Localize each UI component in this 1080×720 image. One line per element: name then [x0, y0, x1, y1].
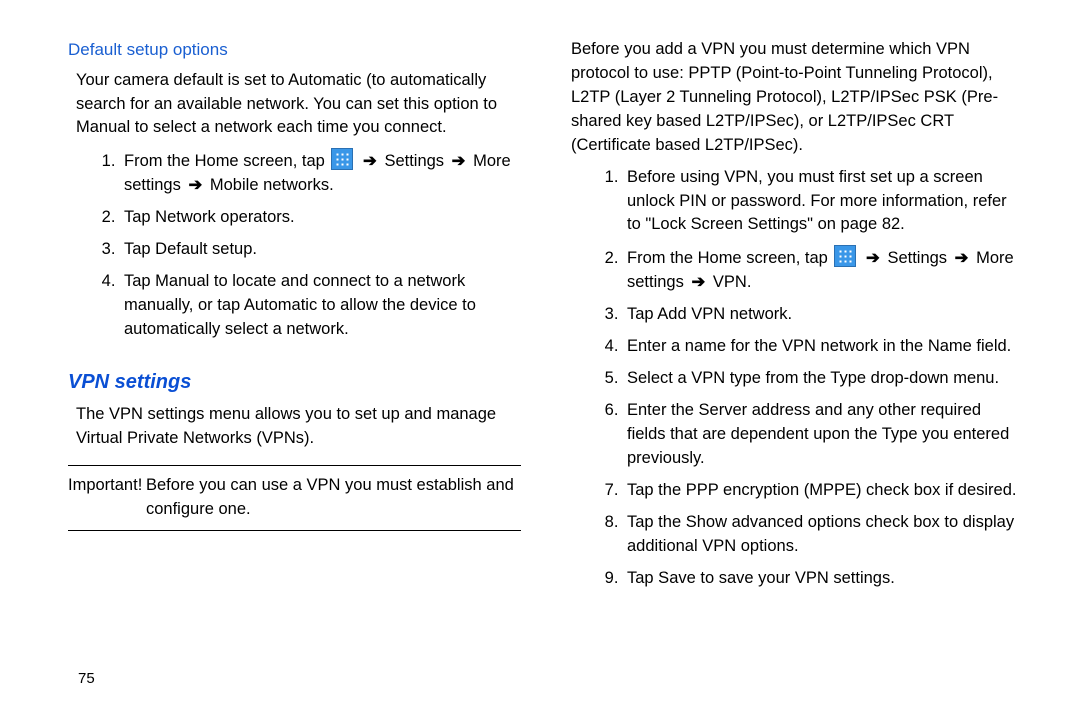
step-6: Enter the Server address and any other r…	[623, 399, 1024, 471]
subheading-default-setup: Default setup options	[68, 38, 521, 63]
step-9: Tap Save to save your VPN settings.	[623, 567, 1024, 591]
divider	[68, 530, 521, 531]
step-text: From the Home screen, tap	[124, 152, 329, 170]
left-column: Default setup options Your camera defaul…	[68, 38, 521, 598]
important-label: Important!	[68, 474, 146, 498]
default-setup-steps: From the Home screen, tap ➔ Settings ➔ M…	[68, 148, 521, 341]
step-text: Settings	[384, 152, 444, 170]
cross-reference: "Lock Screen Settings"	[645, 215, 813, 233]
step-7: Tap the PPP encryption (MPPE) check box …	[623, 479, 1024, 503]
arrow-icon: ➔	[188, 176, 202, 194]
step-5: Select a VPN type from the Type drop-dow…	[623, 367, 1024, 391]
step-2: Tap Network operators.	[120, 206, 521, 230]
step-text: Settings	[887, 249, 947, 267]
arrow-icon: ➔	[691, 273, 705, 291]
right-column: Before you add a VPN you must determine …	[571, 38, 1024, 598]
manual-page: Default setup options Your camera defaul…	[0, 0, 1080, 720]
apps-grid-icon	[331, 148, 353, 170]
step-1: Before using VPN, you must first set up …	[623, 166, 1024, 238]
divider	[68, 465, 521, 466]
two-column-layout: Default setup options Your camera defaul…	[68, 38, 1024, 598]
arrow-icon: ➔	[955, 249, 969, 267]
important-callout: Important! Before you can use a VPN you …	[68, 465, 521, 531]
vpn-intro-paragraph: The VPN settings menu allows you to set …	[76, 403, 521, 451]
intro-paragraph: Your camera default is set to Automatic …	[76, 69, 521, 141]
step-8: Tap the Show advanced options check box …	[623, 511, 1024, 559]
step-text: From the Home screen, tap	[627, 249, 832, 267]
section-vpn-settings: VPN settings	[68, 368, 521, 397]
step-text: VPN.	[713, 273, 752, 291]
step-4: Enter a name for the VPN network in the …	[623, 335, 1024, 359]
arrow-icon: ➔	[866, 249, 880, 267]
step-3: Tap Default setup.	[120, 238, 521, 262]
arrow-icon: ➔	[452, 152, 466, 170]
step-1: From the Home screen, tap ➔ Settings ➔ M…	[120, 148, 521, 198]
step-2: From the Home screen, tap ➔ Settings ➔ M…	[623, 245, 1024, 295]
vpn-steps: Before using VPN, you must first set up …	[571, 166, 1024, 591]
apps-grid-icon	[834, 245, 856, 267]
important-text: Before you can use a VPN you must establ…	[146, 474, 521, 522]
step-4: Tap Manual to locate and connect to a ne…	[120, 270, 521, 342]
page-number: 75	[78, 668, 95, 690]
arrow-icon: ➔	[363, 152, 377, 170]
vpn-protocol-paragraph: Before you add a VPN you must determine …	[571, 38, 1024, 158]
step-3: Tap Add VPN network.	[623, 303, 1024, 327]
step-text: Mobile networks.	[210, 176, 334, 194]
step-text: on page 82.	[818, 215, 905, 233]
